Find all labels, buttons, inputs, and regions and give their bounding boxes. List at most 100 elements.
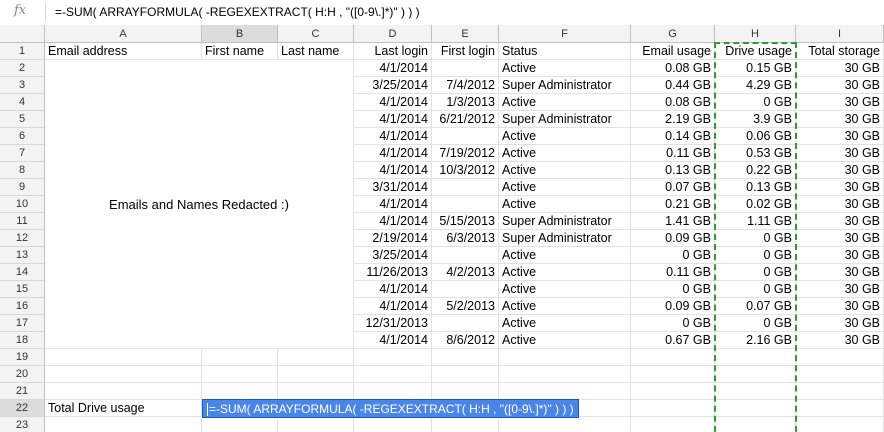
cell-e8[interactable]: 10/3/2012 <box>432 162 499 179</box>
cell-c21[interactable] <box>278 383 354 400</box>
cell-editor-formula[interactable]: =-SUM( ARRAYFORMULA( -REGEXEXTRACT( H:H … <box>209 402 574 416</box>
cell-e13[interactable] <box>432 247 499 264</box>
cell-g20[interactable] <box>631 366 715 383</box>
cell-h3[interactable]: 4.29 GB <box>715 77 796 94</box>
cell-d21[interactable] <box>354 383 432 400</box>
cell-i5[interactable]: 30 GB <box>796 111 884 128</box>
column-header-d[interactable]: D <box>354 25 432 43</box>
cell-g6[interactable]: 0.14 GB <box>631 128 715 145</box>
cell-i23[interactable] <box>796 417 884 432</box>
cell-h13[interactable]: 0 GB <box>715 247 796 264</box>
cell-i11[interactable]: 30 GB <box>796 213 884 230</box>
cell-h11[interactable]: 1.11 GB <box>715 213 796 230</box>
cell-d6[interactable]: 4/1/2014 <box>354 128 432 145</box>
row-header[interactable]: 14 <box>0 264 45 281</box>
cell-a22[interactable]: Total Drive usage <box>45 400 202 417</box>
cell-h23[interactable] <box>715 417 796 432</box>
cell-f6[interactable]: Active <box>499 128 631 145</box>
cell-e19[interactable] <box>432 349 499 366</box>
cell-g22[interactable] <box>631 400 715 417</box>
cell-f23[interactable] <box>499 417 631 432</box>
cell-e21[interactable] <box>432 383 499 400</box>
cell-i9[interactable]: 30 GB <box>796 179 884 196</box>
redacted-merged-cell[interactable]: Emails and Names Redacted :) <box>45 60 354 349</box>
cell-i15[interactable]: 30 GB <box>796 281 884 298</box>
cell-b19[interactable] <box>202 349 278 366</box>
cell-f1[interactable]: Status <box>499 43 631 60</box>
cell-g11[interactable]: 1.41 GB <box>631 213 715 230</box>
cell-f7[interactable]: Active <box>499 145 631 162</box>
cell-f13[interactable]: Active <box>499 247 631 264</box>
cell-h9[interactable]: 0.13 GB <box>715 179 796 196</box>
cell-a20[interactable] <box>45 366 202 383</box>
cell-e11[interactable]: 5/15/2013 <box>432 213 499 230</box>
row-header[interactable]: 22 <box>0 400 45 417</box>
cell-c23[interactable] <box>278 417 354 432</box>
cell-d10[interactable]: 4/1/2014 <box>354 196 432 213</box>
row-header[interactable]: 2 <box>0 60 45 77</box>
cell-d12[interactable]: 2/19/2014 <box>354 230 432 247</box>
cell-g9[interactable]: 0.07 GB <box>631 179 715 196</box>
row-header[interactable]: 8 <box>0 162 45 179</box>
cell-e1[interactable]: First login <box>432 43 499 60</box>
cell-h21[interactable] <box>715 383 796 400</box>
select-all-corner[interactable] <box>0 25 45 43</box>
cell-i4[interactable]: 30 GB <box>796 94 884 111</box>
cell-i8[interactable]: 30 GB <box>796 162 884 179</box>
cell-d8[interactable]: 4/1/2014 <box>354 162 432 179</box>
column-header-c[interactable]: C <box>278 25 354 43</box>
cell-a23[interactable] <box>45 417 202 432</box>
cell-e2[interactable] <box>432 60 499 77</box>
cell-g8[interactable]: 0.13 GB <box>631 162 715 179</box>
cell-f12[interactable]: Super Administrator <box>499 230 631 247</box>
row-header[interactable]: 16 <box>0 298 45 315</box>
cell-g15[interactable]: 0 GB <box>631 281 715 298</box>
cell-editor-b22[interactable]: =-SUM( ARRAYFORMULA( -REGEXEXTRACT( H:H … <box>202 399 579 418</box>
cell-f16[interactable]: Active <box>499 298 631 315</box>
cell-d3[interactable]: 3/25/2014 <box>354 77 432 94</box>
cell-g16[interactable]: 0.09 GB <box>631 298 715 315</box>
cell-e4[interactable]: 1/3/2013 <box>432 94 499 111</box>
cell-d1[interactable]: Last login <box>354 43 432 60</box>
cell-g4[interactable]: 0.08 GB <box>631 94 715 111</box>
cell-d18[interactable]: 4/1/2014 <box>354 332 432 349</box>
cell-c20[interactable] <box>278 366 354 383</box>
cell-i1[interactable]: Total storage <box>796 43 884 60</box>
cell-e18[interactable]: 8/6/2012 <box>432 332 499 349</box>
cell-d5[interactable]: 4/1/2014 <box>354 111 432 128</box>
row-header[interactable]: 10 <box>0 196 45 213</box>
cell-d9[interactable]: 3/31/2014 <box>354 179 432 196</box>
cell-i21[interactable] <box>796 383 884 400</box>
cell-h10[interactable]: 0.02 GB <box>715 196 796 213</box>
cell-i6[interactable]: 30 GB <box>796 128 884 145</box>
cell-d19[interactable] <box>354 349 432 366</box>
cell-f14[interactable]: Active <box>499 264 631 281</box>
cell-g7[interactable]: 0.11 GB <box>631 145 715 162</box>
cell-e20[interactable] <box>432 366 499 383</box>
row-header[interactable]: 12 <box>0 230 45 247</box>
row-header[interactable]: 3 <box>0 77 45 94</box>
row-header[interactable]: 13 <box>0 247 45 264</box>
cell-h20[interactable] <box>715 366 796 383</box>
cell-h6[interactable]: 0.06 GB <box>715 128 796 145</box>
cell-i22[interactable] <box>796 400 884 417</box>
cell-h15[interactable]: 0 GB <box>715 281 796 298</box>
cell-g17[interactable]: 0 GB <box>631 315 715 332</box>
cell-d23[interactable] <box>354 417 432 432</box>
cell-i12[interactable]: 30 GB <box>796 230 884 247</box>
row-header[interactable]: 23 <box>0 417 45 432</box>
cell-i18[interactable]: 30 GB <box>796 332 884 349</box>
row-header[interactable]: 9 <box>0 179 45 196</box>
cell-h12[interactable]: 0 GB <box>715 230 796 247</box>
row-header[interactable]: 17 <box>0 315 45 332</box>
cell-i10[interactable]: 30 GB <box>796 196 884 213</box>
spreadsheet-grid[interactable]: A B C D E F G H I 1 Email address First name Last na… <box>0 25 884 432</box>
cell-c1[interactable]: Last name <box>278 43 354 60</box>
row-header[interactable]: 7 <box>0 145 45 162</box>
cell-h4[interactable]: 0 GB <box>715 94 796 111</box>
cell-d17[interactable]: 12/31/2013 <box>354 315 432 332</box>
row-header[interactable]: 11 <box>0 213 45 230</box>
cell-e3[interactable]: 7/4/2012 <box>432 77 499 94</box>
cell-h2[interactable]: 0.15 GB <box>715 60 796 77</box>
cell-i7[interactable]: 30 GB <box>796 145 884 162</box>
